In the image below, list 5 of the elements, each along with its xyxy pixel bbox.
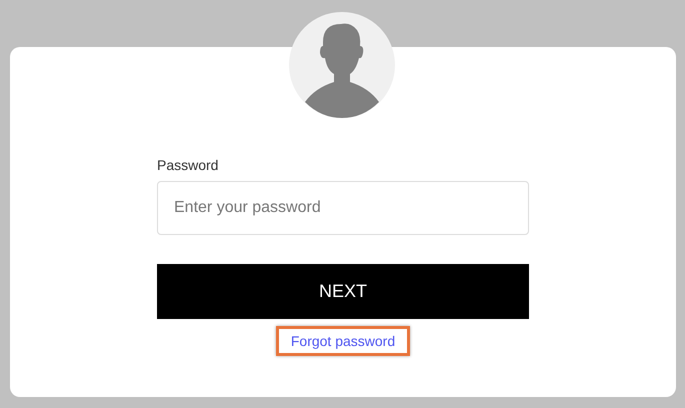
- avatar-icon: [289, 12, 395, 118]
- password-label: Password: [157, 157, 218, 173]
- next-button[interactable]: NEXT: [157, 264, 529, 319]
- password-field[interactable]: Enter your password: [157, 181, 529, 235]
- forgot-password-link[interactable]: Forgot password: [276, 326, 410, 356]
